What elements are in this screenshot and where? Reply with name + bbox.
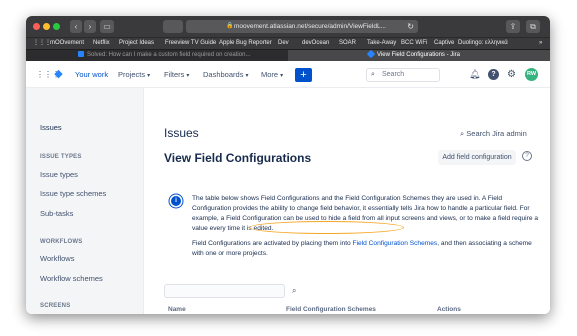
more-bookmarks-icon[interactable]: » <box>539 38 542 49</box>
url-bar[interactable]: 🔒 moovement.atlassian.net/secure/admin/V… <box>186 20 418 33</box>
sidebar-item-sub-tasks[interactable]: Sub-tasks <box>40 209 73 218</box>
search-icon[interactable]: ⌕ <box>292 284 296 298</box>
chevron-down-icon: ▾ <box>186 73 190 79</box>
search-icon: ⌕ <box>371 71 375 78</box>
bookmark-item[interactable]: devOcean <box>302 38 329 49</box>
settings-gear-icon[interactable]: ⚙ <box>506 69 517 80</box>
chevron-down-icon: ▾ <box>280 73 284 79</box>
bookmark-item[interactable]: SOAR <box>339 38 356 49</box>
sidebar-section-heading: WORKFLOWS <box>40 239 83 245</box>
search-input[interactable]: ⌕ Search <box>366 68 440 82</box>
tab-label: Solved: How can I make a custom field re… <box>87 52 251 58</box>
bookmark-item[interactable]: Captive <box>434 38 454 49</box>
filter-input[interactable] <box>164 284 285 298</box>
nav-more-label: More <box>261 70 279 79</box>
nav-projects-label: Projects <box>118 70 146 79</box>
para-text: Field Configurations are activated by pl… <box>192 240 353 247</box>
search-jira-admin-link[interactable]: ⌕ Search Jira admin <box>460 129 527 139</box>
jira-top-nav: ⋮⋮⋮ ◆ Your work Projects ▾ Filters ▾ Dashb… <box>26 61 550 88</box>
nav-more[interactable]: More ▾ <box>261 61 283 88</box>
sidebar-item-issue-type-schemes[interactable]: Issue type schemes <box>40 189 106 198</box>
close-window-button[interactable] <box>33 23 40 30</box>
tab-label: View Field Configurations - Jira <box>377 52 460 58</box>
column-header-actions: Actions <box>437 306 461 313</box>
search-jira-admin-label: Search Jira admin <box>466 129 527 138</box>
jira-favicon-icon <box>366 50 376 59</box>
add-field-configuration-button[interactable]: Add field configuration <box>438 150 516 165</box>
column-header-schemes: Field Configuration Schemes <box>286 306 376 313</box>
nav-dashboards[interactable]: Dashboards ▾ <box>203 61 248 88</box>
bookmark-item[interactable]: BCC WiFi <box>401 38 427 49</box>
create-button[interactable]: + <box>295 68 312 82</box>
main-content: Issues ⌕ Search Jira admin View Field Co… <box>144 88 550 314</box>
sidebar-item-issue-types[interactable]: Issue types <box>40 170 78 179</box>
lock-icon: 🔒 <box>226 23 234 29</box>
nav-filters-label: Filters <box>164 70 185 79</box>
extension-icon[interactable] <box>163 20 183 33</box>
search-placeholder: Search <box>382 71 405 78</box>
sidebar-toggle-icon[interactable]: ▭ <box>100 20 114 33</box>
field-configuration-schemes-link[interactable]: Field Configuration Schemes <box>353 240 438 247</box>
bookmark-item[interactable]: Freeview TV Guide <box>165 38 216 49</box>
browser-window: ‹ › ▭ 🔒 moovement.atlassian.net/secure/a… <box>26 16 550 314</box>
bookmarks-grid-icon[interactable]: ⋮⋮⋮ <box>33 38 51 49</box>
help-circle-icon[interactable]: ? <box>522 151 532 161</box>
bookmark-item[interactable]: Netflix <box>93 38 110 49</box>
page-title: View Field Configurations <box>164 151 312 165</box>
bookmarks-bar: ⋮⋮⋮ mOOvement Netflix Project Ideas Free… <box>26 37 550 49</box>
reload-icon[interactable]: ↻ <box>407 20 414 33</box>
sidebar-item-workflows[interactable]: Workflows <box>40 254 74 263</box>
sidebar-title[interactable]: Issues <box>40 123 62 132</box>
help-icon[interactable]: ? <box>488 69 499 80</box>
tab-bar: Solved: How can I make a custom field re… <box>26 49 550 62</box>
description-paragraph: The table below shows Field Configuratio… <box>192 195 538 232</box>
bookmark-item[interactable]: Duolingo: ελληνικά <box>458 38 508 49</box>
sidebar: Issues ISSUE TYPES Issue types Issue typ… <box>26 88 144 314</box>
nav-dashboards-label: Dashboards <box>203 70 244 79</box>
jira-logo-icon[interactable]: ◆ <box>53 69 64 80</box>
title-bar: ‹ › ▭ 🔒 moovement.atlassian.net/secure/a… <box>26 16 550 37</box>
share-icon[interactable]: ⇪ <box>506 20 520 33</box>
chevron-down-icon: ▾ <box>147 73 151 79</box>
minimize-window-button[interactable] <box>43 23 50 30</box>
nav-your-work[interactable]: Your work <box>75 61 108 88</box>
nav-filters[interactable]: Filters ▾ <box>164 61 189 88</box>
chevron-down-icon: ▾ <box>245 73 249 79</box>
info-icon: i <box>171 196 181 206</box>
avatar[interactable]: RW <box>525 68 538 81</box>
tabs-overview-icon[interactable]: ⧉ <box>526 20 540 33</box>
sidebar-section-heading: ISSUE TYPES <box>40 154 82 160</box>
zoom-window-button[interactable] <box>53 23 60 30</box>
notifications-icon[interactable]: 🔔︎ <box>469 69 480 80</box>
section-heading: Issues <box>164 126 199 140</box>
nav-projects[interactable]: Projects ▾ <box>118 61 150 88</box>
url-text: moovement.atlassian.net/secure/admin/Vie… <box>234 23 386 30</box>
back-button[interactable]: ‹ <box>70 20 82 33</box>
sidebar-section-heading: SCREENS <box>40 303 71 309</box>
atlassian-favicon-icon <box>78 51 84 57</box>
bookmark-item[interactable]: Apple Bug Reporter <box>219 38 272 49</box>
activation-paragraph: Field Configurations are activated by pl… <box>192 239 542 259</box>
column-header-name: Name <box>168 306 186 313</box>
forward-button[interactable]: › <box>84 20 96 33</box>
bookmark-item[interactable]: mOOvement <box>50 38 84 49</box>
bookmark-item[interactable]: Take-Away <box>367 38 396 49</box>
bookmark-item[interactable]: Project Ideas <box>119 38 154 49</box>
app-switcher-icon[interactable]: ⋮⋮⋮ <box>36 69 60 80</box>
bookmark-item[interactable]: Dev <box>278 38 289 49</box>
sidebar-item-workflow-schemes[interactable]: Workflow schemes <box>40 274 103 283</box>
